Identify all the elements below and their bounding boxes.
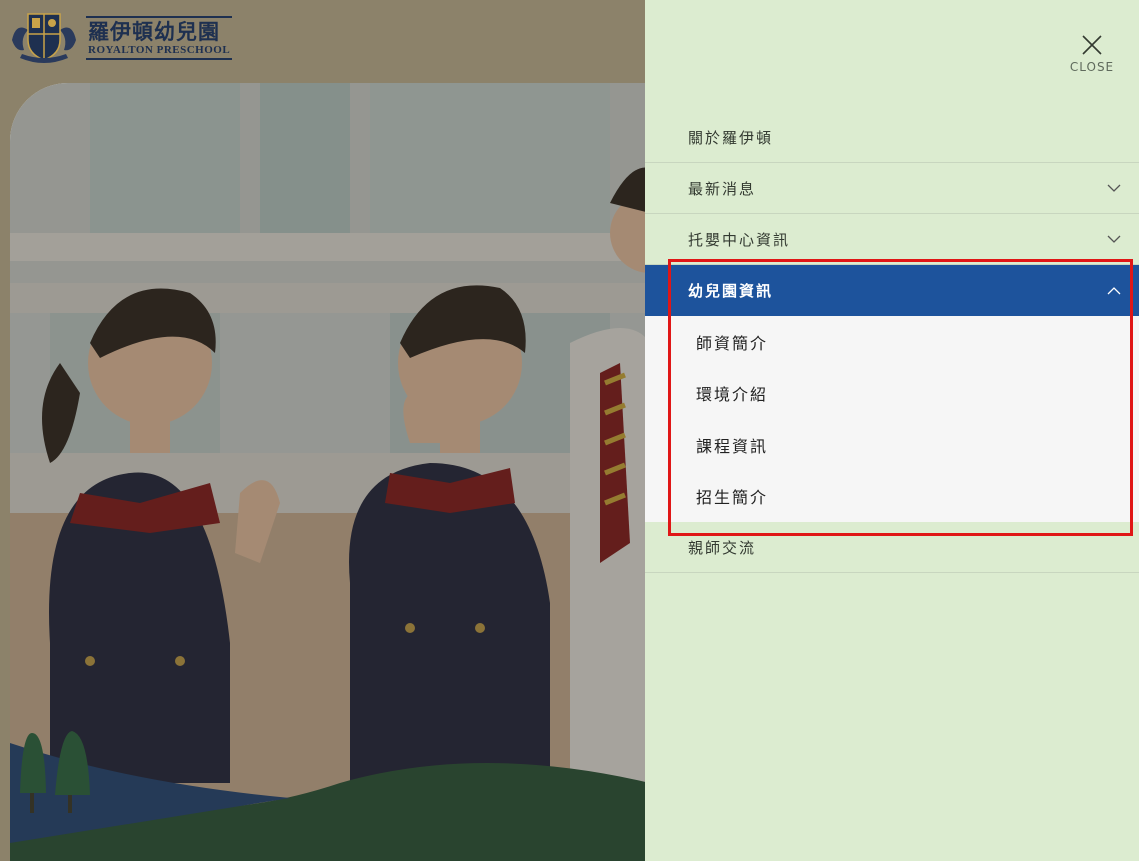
menu-item-parent-teacher[interactable]: 親師交流 [645, 522, 1139, 573]
menu-item-about[interactable]: 關於羅伊頓 [645, 112, 1139, 163]
menu-item-news[interactable]: 最新消息 [645, 163, 1139, 214]
submenu-item-label: 招生簡介 [696, 488, 769, 508]
submenu-item-curriculum[interactable]: 課程資訊 [645, 419, 1139, 471]
close-label: CLOSE [1069, 60, 1115, 74]
hero-section: 羅伊頓幼兒園 ROYALTON PRESCHOOL [0, 0, 645, 861]
nav-panel: CLOSE 關於羅伊頓 最新消息 托嬰中心資訊 幼兒園資訊 師資簡介 環境介紹 … [645, 0, 1139, 861]
menu-item-nursery-info[interactable]: 托嬰中心資訊 [645, 214, 1139, 265]
menu-item-label: 托嬰中心資訊 [688, 230, 791, 249]
chevron-down-icon [1107, 184, 1121, 192]
main-menu: 關於羅伊頓 最新消息 托嬰中心資訊 幼兒園資訊 師資簡介 環境介紹 課程資訊 招… [645, 112, 1139, 573]
submenu-item-teachers[interactable]: 師資簡介 [645, 316, 1139, 368]
submenu-item-environment[interactable]: 環境介紹 [645, 368, 1139, 420]
menu-item-label: 最新消息 [688, 179, 757, 198]
close-icon [1082, 35, 1102, 55]
submenu-item-admission[interactable]: 招生簡介 [645, 471, 1139, 523]
logo-name-en: ROYALTON PRESCHOOL [88, 44, 231, 56]
kindergarten-submenu: 師資簡介 環境介紹 課程資訊 招生簡介 [645, 316, 1139, 522]
close-button[interactable]: CLOSE [1067, 34, 1117, 74]
menu-item-label: 關於羅伊頓 [688, 128, 774, 147]
hero-photo [10, 83, 645, 861]
site-logo[interactable]: 羅伊頓幼兒園 ROYALTON PRESCHOOL [10, 10, 233, 66]
chevron-up-icon [1107, 286, 1121, 294]
logo-name-cn: 羅伊頓幼兒園 [88, 19, 220, 44]
submenu-item-label: 課程資訊 [696, 436, 769, 456]
submenu-item-label: 環境介紹 [696, 385, 769, 405]
crest-icon [12, 13, 76, 63]
menu-item-kindergarten-info[interactable]: 幼兒園資訊 [645, 265, 1139, 316]
logo-wordmark: 羅伊頓幼兒園 ROYALTON PRESCHOOL [86, 16, 233, 60]
menu-item-label: 親師交流 [688, 538, 757, 557]
menu-item-label: 幼兒園資訊 [688, 282, 774, 300]
submenu-item-label: 師資簡介 [696, 333, 769, 353]
chevron-down-icon [1107, 235, 1121, 243]
